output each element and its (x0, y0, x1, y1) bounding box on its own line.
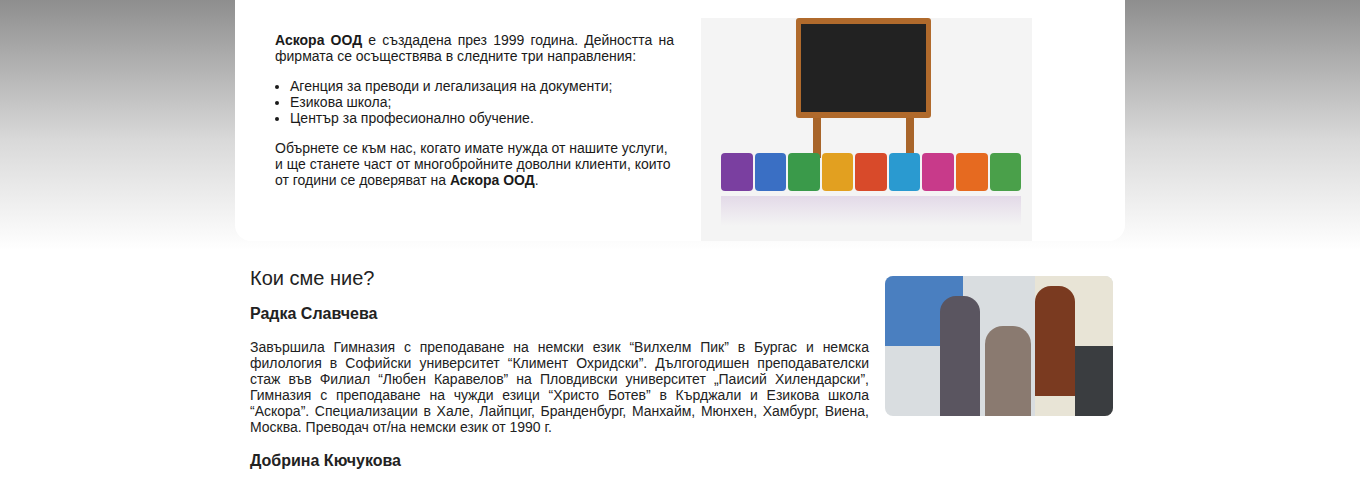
intro-card: Аскора ООД е създадена през 1999 година.… (235, 0, 1125, 241)
education-picture (701, 18, 1032, 241)
intro-text: Аскора ООД е създадена през 1999 година.… (235, 0, 674, 241)
service-item: Център за професионално обучение. (290, 110, 674, 126)
closing-end: . (535, 172, 539, 188)
member-name: Радка Славчева (250, 304, 869, 324)
team-photo (885, 276, 1113, 416)
service-item: Езикова школа; (290, 94, 674, 110)
team-section: Кои сме ние? Радка Славчева Завършила Гимн… (235, 241, 1125, 471)
closing-paragraph: Обърнете се към нас, когато имате нужда … (275, 140, 674, 188)
company-name: Аскора ООД (450, 172, 535, 188)
member-bio: Завършила Гимназия с преподаване на немс… (250, 339, 869, 435)
member-name: Добрина Кючукова (250, 451, 869, 471)
services-list: Агенция за преводи и легализация на доку… (275, 78, 674, 126)
intro-paragraph: Аскора ООД е създадена през 1999 година.… (275, 32, 674, 64)
section-heading: Кои сме ние? (250, 266, 869, 290)
company-name: Аскора ООД (275, 32, 362, 48)
service-item: Агенция за преводи и легализация на доку… (290, 78, 674, 94)
team-text: Кои сме ние? Радка Славчева Завършила Гимн… (250, 266, 869, 471)
